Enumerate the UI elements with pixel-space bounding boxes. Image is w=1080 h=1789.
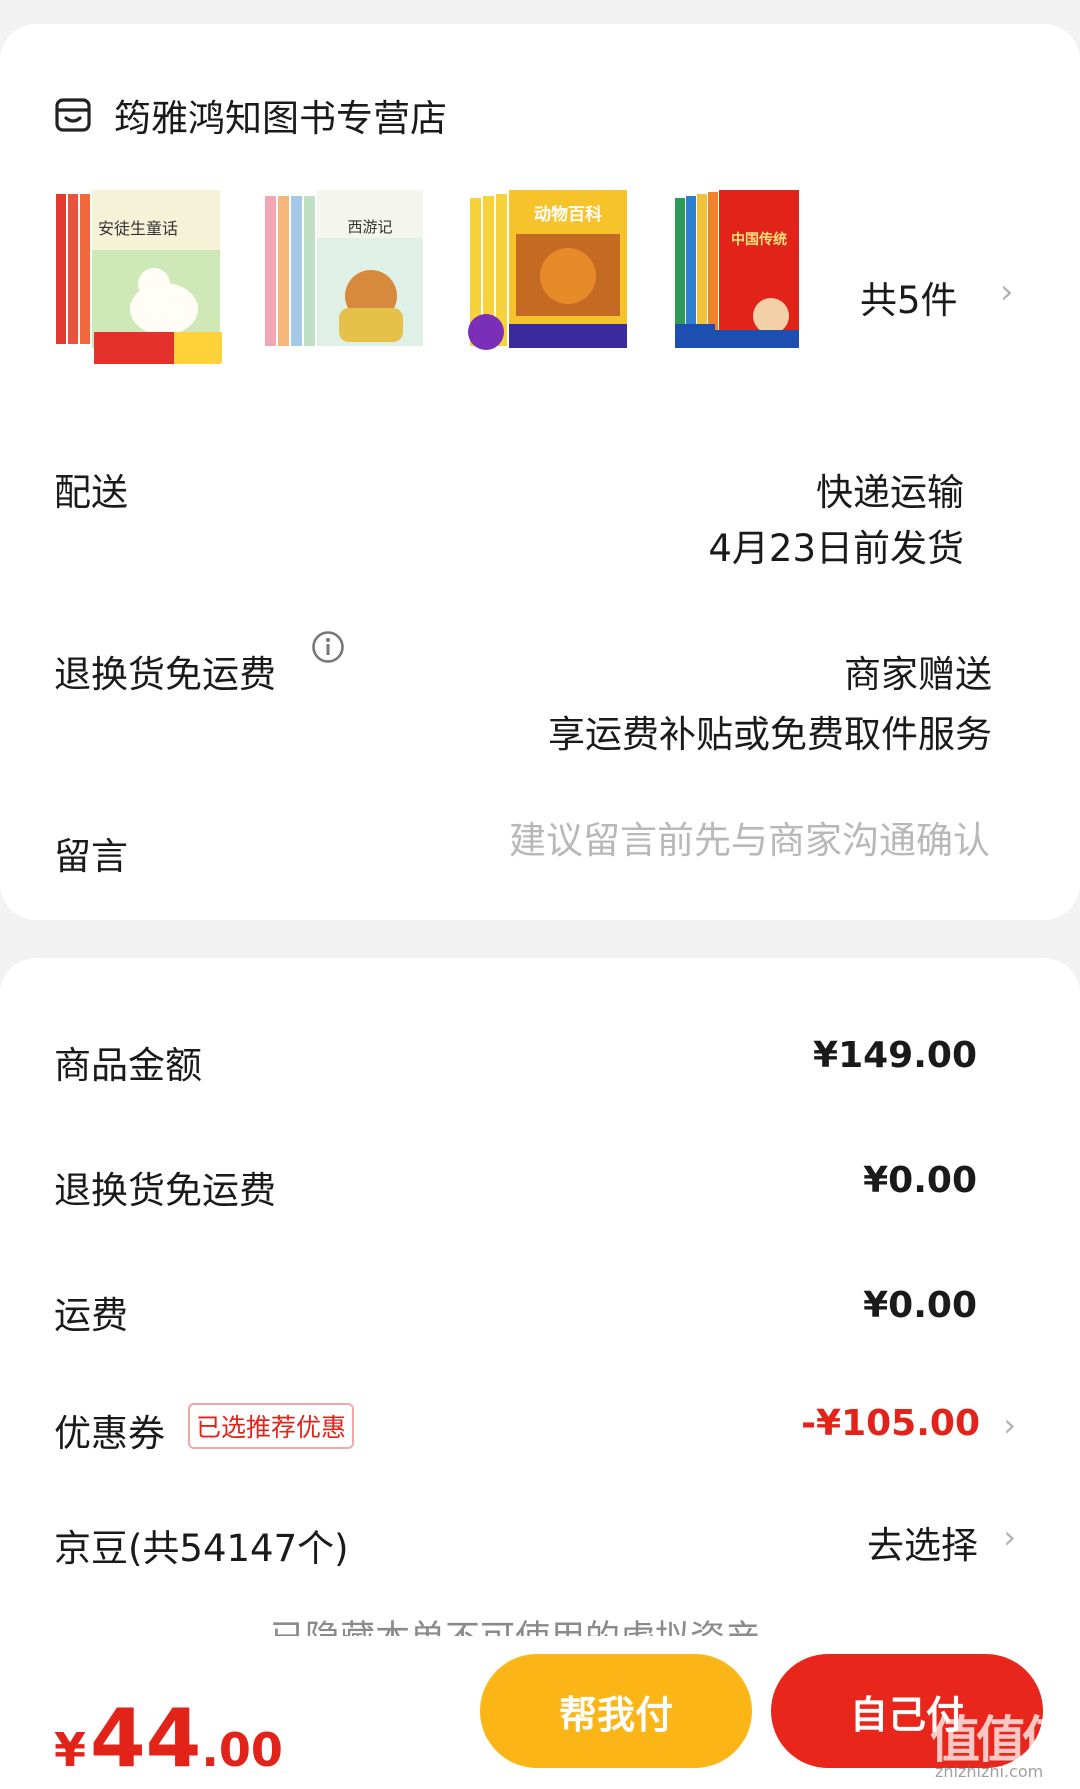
product-thumbnail[interactable]: 西游记 — [259, 184, 429, 364]
product-title: 动物百科 — [534, 204, 602, 225]
total-decimal: .00 — [201, 1723, 283, 1777]
return-fee-value: ¥0.00 — [863, 1160, 977, 1201]
product-thumbnail[interactable]: 动物百科 — [464, 184, 634, 364]
product-thumbnails[interactable]: 安徒生童话 西游记 动物百科 中国传统 — [54, 184, 874, 364]
product-title: 西游记 — [347, 218, 392, 236]
return-shipping-label: 退换货免运费 — [54, 653, 276, 696]
shipping-fee-label: 运费 — [54, 1294, 128, 1337]
delivery-ship-date: 4月23日前发货 — [708, 527, 964, 570]
shipping-fee-value: ¥0.00 — [863, 1285, 977, 1326]
product-title: 中国传统 — [731, 231, 787, 248]
delivery-method: 快递运输 — [816, 471, 964, 514]
jd-beans-label[interactable]: 京豆(共54147个) — [54, 1518, 349, 1572]
product-title: 安徒生童话 — [98, 219, 178, 238]
product-count[interactable]: 共5件 — [860, 270, 958, 324]
store-icon — [54, 96, 92, 134]
goods-amount-value: ¥149.00 — [813, 1035, 977, 1076]
goods-amount-label: 商品金额 — [54, 1044, 202, 1087]
coupon-label[interactable]: 优惠券 — [54, 1403, 165, 1457]
total-integer: 44 — [90, 1692, 202, 1785]
delivery-label: 配送 — [54, 471, 128, 514]
message-label: 留言 — [54, 835, 128, 878]
watermark-url: zhizhizhi.com — [935, 1762, 1044, 1781]
info-icon[interactable] — [311, 630, 345, 664]
chevron-right-icon[interactable]: › — [1003, 1406, 1016, 1444]
return-fee-label: 退换货免运费 — [54, 1169, 276, 1212]
product-thumbnail[interactable]: 安徒生童话 — [54, 184, 224, 364]
total-currency: ¥ — [54, 1723, 87, 1777]
order-total: ¥ 44 .00 — [54, 1692, 283, 1785]
message-input[interactable]: 建议留言前先与商家沟通确认 — [509, 810, 990, 864]
return-shipping-value: 商家赠送 — [844, 653, 992, 696]
store-name: 筠雅鸿知图书专营店 — [114, 97, 447, 140]
store-header[interactable]: 筠雅鸿知图书专营店 — [54, 70, 447, 160]
coupon-selected-tag: 已选推荐优惠 — [188, 1403, 355, 1449]
help-pay-button[interactable]: 帮我付 — [480, 1654, 752, 1768]
order-store-card: 筠雅鸿知图书专营店 安徒生童话 西游记 动物百科 中国传统 共5件 › 配送 快… — [0, 24, 1080, 920]
return-shipping-detail: 享运费补贴或免费取件服务 — [548, 713, 992, 756]
coupon-value[interactable]: -¥105.00 — [801, 1403, 980, 1444]
product-thumbnail[interactable]: 中国传统 — [669, 184, 839, 364]
watermark-logo: 值值值 — [930, 1711, 1072, 1769]
chevron-right-icon[interactable]: › — [1000, 272, 1014, 312]
jd-beans-choose[interactable]: 去选择 — [867, 1515, 978, 1569]
checkout-bar: ¥ 44 .00 帮我付 自己付 — [0, 1636, 1080, 1789]
chevron-right-icon[interactable]: › — [1003, 1518, 1016, 1556]
